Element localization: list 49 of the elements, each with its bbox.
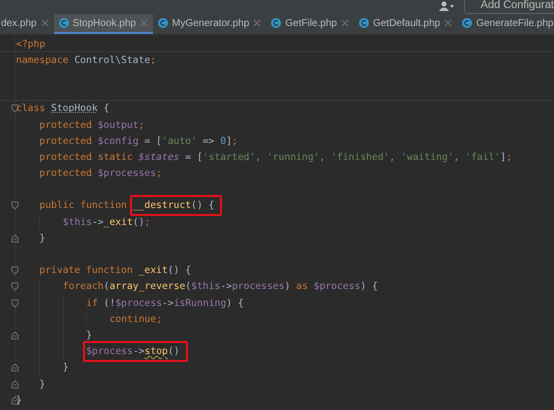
code-text: continue; [110, 314, 162, 325]
code-text: private function _exit() { [39, 265, 192, 276]
code-text: public function [39, 200, 128, 212]
tab-label: MyGenerator.php [172, 18, 250, 28]
tab-label: GenerateFile.php [476, 18, 554, 28]
code-text: <?php [16, 38, 46, 50]
highlight-box: __destruct() { [130, 195, 222, 216]
user-icon[interactable] [438, 1, 454, 11]
tab-label: GetDefault.php [372, 18, 440, 28]
close-icon[interactable] [253, 19, 262, 27]
fold-marker-icon[interactable] [11, 380, 19, 389]
close-icon[interactable] [444, 19, 452, 27]
fold-marker-icon[interactable] [11, 330, 19, 340]
fold-marker-icon[interactable] [11, 298, 19, 308]
code-text: if (!$process->isRunning) { [86, 298, 244, 309]
code-text: protected $processes; [39, 168, 162, 180]
code-text: foreach(array_reverse($this->processes) as $process) { [62, 281, 378, 292]
file-tab[interactable]: MyGenerator.php [152, 14, 266, 34]
fold-marker-icon[interactable] [11, 201, 19, 210]
fold-marker-icon[interactable] [11, 396, 19, 405]
close-icon[interactable] [140, 19, 148, 27]
file-tab[interactable]: GetFile.php [266, 14, 354, 34]
fold-marker-icon[interactable] [11, 266, 19, 276]
code-text: } [39, 378, 46, 390]
fold-marker-icon[interactable] [11, 104, 19, 114]
highlight-box: $process->stop() [83, 341, 188, 362]
fold-marker-icon[interactable] [11, 363, 19, 372]
file-tab[interactable]: GetDefault.php [354, 14, 458, 34]
close-icon[interactable] [40, 19, 49, 27]
run-configuration-button[interactable]: Add Configurat [464, 0, 554, 14]
code-text: protected $output; [39, 120, 144, 131]
code-text: namespace Control\State; [16, 54, 156, 66]
tab-label: GetFile.php [285, 18, 337, 28]
code-text: class StopHook { [16, 103, 110, 114]
file-tab[interactable]: dex.php [0, 14, 54, 34]
file-tab[interactable]: StopHook.php [54, 14, 153, 34]
code-text: } [16, 394, 22, 406]
code-text: } [62, 362, 69, 374]
code-text: protected $config = ['auto' => 0]; [39, 136, 238, 147]
fold-marker-icon[interactable] [11, 282, 19, 292]
file-tab[interactable]: GenerateFile.php [457, 14, 554, 34]
code-text: protected static $states = ['started', 'running', 'finished', 'waiting', 'fail']; [39, 152, 512, 163]
fold-marker-icon[interactable] [11, 234, 19, 243]
tab-label: dex.php [1, 18, 37, 28]
code-text: } [86, 330, 92, 341]
tab-label: StopHook.php [72, 18, 136, 28]
code-text: } [39, 232, 46, 244]
close-icon[interactable] [340, 19, 349, 27]
code-text: $this->_exit(); [62, 216, 150, 228]
